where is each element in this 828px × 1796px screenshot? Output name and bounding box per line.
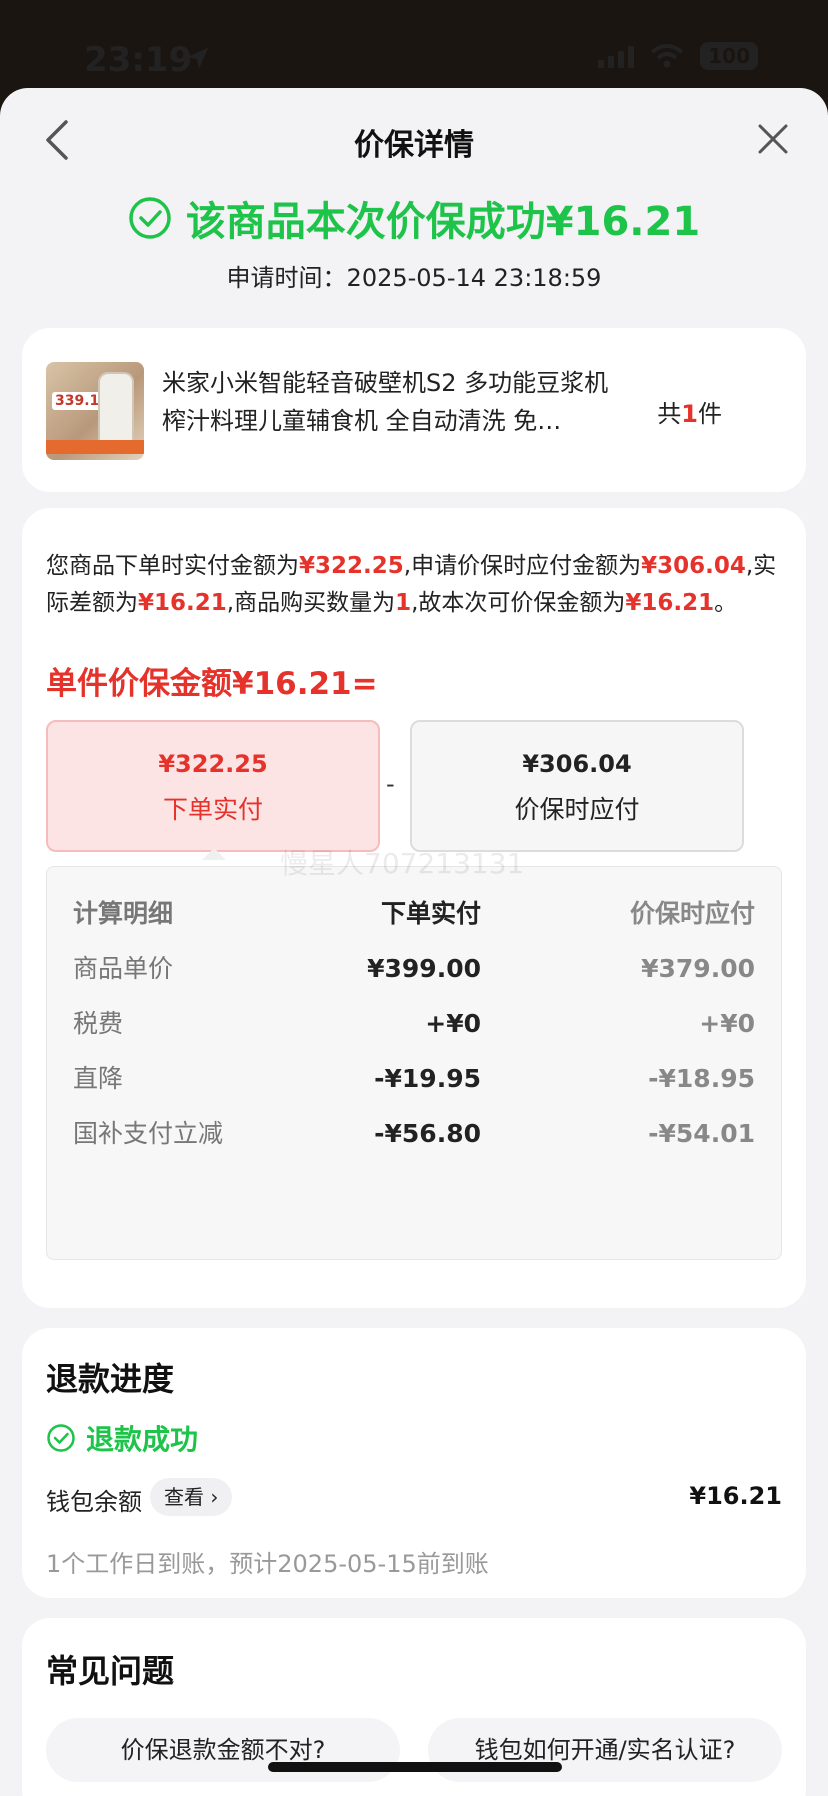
calc-label: 税费	[73, 1009, 124, 1038]
wallet-view-button[interactable]: 查看 ›	[150, 1478, 233, 1516]
faq-item[interactable]: 钱包如何开通/实名认证?	[428, 1718, 782, 1782]
thumb-promo-bar	[46, 440, 144, 454]
page-title: 价保详情	[354, 128, 474, 163]
unit-refund-title: 单件价保金额¥16.21=	[46, 666, 378, 702]
status-time: 23:19	[84, 40, 193, 80]
location-arrow-icon	[187, 47, 209, 69]
wifi-icon	[651, 44, 684, 68]
blender-illustration	[98, 372, 134, 450]
nav-bar: 价保详情	[0, 88, 828, 188]
refund-progress-card: 退款进度 退款成功 钱包余额 查看 › ¥16.21 1个工作日到账，预计202…	[22, 1328, 806, 1598]
count-suffix: 件	[698, 400, 722, 428]
explain-diff-amount: ¥16.21	[138, 590, 227, 616]
wallet-row: 钱包余额 查看 › ¥16.21	[46, 1478, 782, 1518]
calc-header: 价保时应付	[629, 899, 755, 928]
explain-refund-amount: ¥16.21	[625, 590, 715, 616]
calc-paid-value: -¥19.95	[374, 1064, 481, 1093]
price-detail-card: 您商品下单时实付金额为¥322.25,申请价保时应付金额为¥306.04,实际差…	[22, 508, 806, 1308]
explain-paid-amount: ¥322.25	[299, 553, 404, 579]
status-bar: 23:19 100	[0, 0, 828, 88]
apply-time: 申请时间：2025-05-14 23:18:59	[226, 264, 602, 292]
refund-status-text: 退款成功	[86, 1423, 199, 1456]
explain-part: ,商品购买数量为	[226, 590, 396, 616]
paid-label: 下单实付	[162, 795, 263, 824]
wallet-amount: ¥16.21	[689, 1482, 782, 1510]
check-circle-icon	[129, 197, 171, 239]
calc-should-value: -¥54.01	[648, 1119, 755, 1148]
arrival-note: 1个工作日到账，预计2025-05-15前到账	[46, 1550, 489, 1578]
explain-part: 您商品下单时实付金额为	[46, 553, 299, 579]
calculation-table: 计算明细 下单实付 价保时应付 商品单价 ¥399.00 ¥379.00 税费 …	[46, 866, 782, 1260]
product-card[interactable]: 339.15 米家小米智能轻音破壁机S2 多功能豆浆机榨汁料理儿童辅食机 全自动…	[22, 328, 806, 492]
explain-part: ,故本次可价保金额为	[411, 590, 626, 616]
success-banner: 该商品本次价保成功¥16.21	[0, 188, 828, 248]
calc-header: 下单实付	[380, 899, 481, 928]
calc-header: 计算明细	[73, 899, 174, 928]
calc-should-value: +¥0	[699, 1009, 755, 1038]
product-name: 米家小米智能轻音破壁机S2 多功能豆浆机榨汁料理儿童辅食机 全自动清洗 免…	[162, 369, 609, 435]
paid-amount: ¥322.25	[158, 750, 268, 778]
check-circle-icon	[47, 1424, 75, 1452]
count-value: 1	[681, 400, 698, 428]
calc-label: 直降	[73, 1064, 124, 1093]
battery-icon: 100	[700, 42, 758, 70]
home-indicator	[268, 1762, 562, 1772]
product-count: 共1件	[657, 394, 722, 429]
should-pay-box[interactable]: ¥306.04 价保时应付	[410, 720, 744, 852]
calc-paid-value: +¥0	[425, 1009, 481, 1038]
price-protection-sheet: 价保详情 该商品本次价保成功¥16.21 申请时间：2025-05-14 23:…	[0, 88, 828, 1796]
watermark: 慢星人707213131	[280, 847, 525, 880]
should-pay-amount: ¥306.04	[522, 750, 632, 778]
cellular-signal-icon	[598, 44, 635, 68]
explain-qty: 1	[395, 590, 412, 616]
calc-should-value: ¥379.00	[641, 954, 755, 983]
refund-status: 退款成功	[46, 1418, 198, 1458]
explain-part: ,申请价保时应付金额为	[403, 553, 642, 579]
status-icons: 100	[598, 42, 758, 70]
calc-paid-value: -¥56.80	[374, 1119, 481, 1148]
explain-should-pay-amount: ¥306.04	[641, 553, 746, 579]
explain-part: 。	[714, 590, 738, 616]
calc-should-value: -¥18.95	[648, 1064, 755, 1093]
calc-paid-value: ¥399.00	[367, 954, 481, 983]
product-image: 339.15	[46, 362, 144, 460]
faq-item[interactable]: 价保退款金额不对?	[46, 1718, 400, 1782]
count-prefix: 共	[657, 400, 682, 428]
wallet-label: 钱包余额	[46, 1488, 142, 1516]
minus-sign: -	[386, 770, 395, 798]
refund-title: 退款进度	[46, 1360, 175, 1398]
calc-label: 商品单价	[73, 954, 174, 983]
should-pay-label: 价保时应付	[514, 795, 640, 824]
close-icon[interactable]	[756, 122, 790, 156]
paid-amount-box[interactable]: ¥322.25 下单实付	[46, 720, 380, 852]
explanation-text: 您商品下单时实付金额为¥322.25,申请价保时应付金额为¥306.04,实际差…	[46, 548, 786, 622]
faq-title: 常见问题	[46, 1652, 175, 1690]
calc-label: 国补支付立减	[73, 1119, 224, 1148]
box-pointer	[202, 848, 226, 860]
success-text: 该商品本次价保成功¥16.21	[185, 199, 701, 245]
